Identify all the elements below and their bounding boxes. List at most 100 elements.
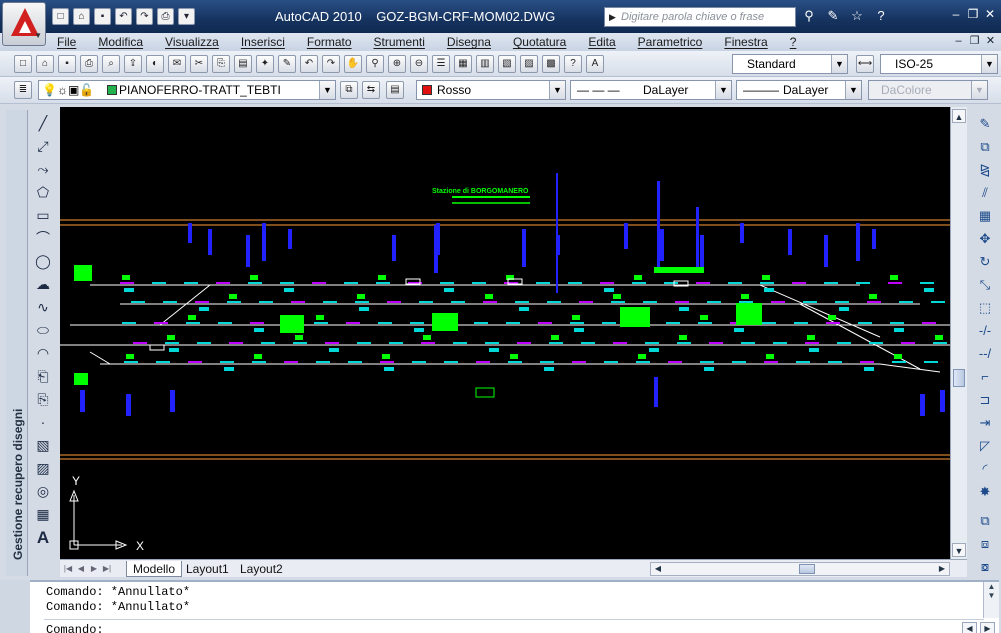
spline-icon[interactable]: ∿: [33, 298, 53, 317]
undo-icon[interactable]: ↶: [115, 8, 132, 25]
open-icon[interactable]: ⌂: [36, 55, 54, 73]
array-icon[interactable]: ▦: [975, 206, 995, 225]
cmd-scroll-left-icon[interactable]: ◀: [962, 622, 977, 633]
help-icon[interactable]: ?: [872, 7, 890, 25]
undo-tool-icon[interactable]: ↶: [300, 55, 318, 73]
chevron-down-icon[interactable]: ▼: [715, 81, 731, 99]
chevron-down-icon[interactable]: ▼: [319, 81, 335, 99]
drawing-svg[interactable]: Stazione di BORGOMANERO Y X: [60, 107, 950, 559]
extend-icon[interactable]: --/: [975, 344, 995, 363]
match-properties-icon[interactable]: ✦: [256, 55, 274, 73]
layer-states-icon[interactable]: ▤: [386, 81, 404, 99]
cut-icon[interactable]: ✂: [190, 55, 208, 73]
prev-tab-icon[interactable]: ◀: [75, 562, 87, 575]
send-back-icon[interactable]: ⧇: [975, 557, 995, 576]
erase-icon[interactable]: ✎: [975, 114, 995, 133]
doc-close-icon[interactable]: ✕: [984, 35, 997, 48]
polyline-icon[interactable]: ⤳: [33, 160, 53, 179]
menu-item-modifica[interactable]: Modifica: [98, 35, 143, 49]
horizontal-scrollbar[interactable]: ◀ ▶: [650, 562, 950, 576]
qat-dropdown-icon[interactable]: ▾: [178, 8, 195, 25]
plot-icon[interactable]: ⎙: [157, 8, 174, 25]
tab-modello[interactable]: Modello: [126, 561, 183, 577]
zoom-previous-icon[interactable]: ⊖: [410, 55, 428, 73]
stretch-icon[interactable]: ⬚: [975, 298, 995, 317]
3d-dwf-icon[interactable]: ◐: [146, 55, 164, 73]
table-icon[interactable]: ▦: [33, 505, 53, 524]
block-editor-icon[interactable]: ✎: [278, 55, 296, 73]
binoculars-icon[interactable]: ⚲: [800, 7, 818, 25]
scroll-right-icon[interactable]: ▶: [935, 563, 949, 575]
construction-line-icon[interactable]: ⤢: [33, 137, 53, 156]
qnew-icon[interactable]: □: [14, 55, 32, 73]
tool-palettes-icon[interactable]: ▥: [476, 55, 494, 73]
command-line-grip[interactable]: [0, 580, 30, 633]
dimension-style-icon[interactable]: ⟷: [856, 55, 874, 73]
properties-icon[interactable]: ☰: [432, 55, 450, 73]
zoom-window-icon[interactable]: ⊕: [388, 55, 406, 73]
calculator-icon[interactable]: ▩: [542, 55, 560, 73]
menu-item--[interactable]: ?: [790, 35, 797, 49]
help-tool-icon[interactable]: ?: [564, 55, 582, 73]
menu-item-parametrico[interactable]: Parametrico: [638, 35, 703, 49]
insert-block-icon[interactable]: ⎗: [33, 367, 53, 386]
ellipse-arc-icon[interactable]: ◠: [33, 344, 53, 363]
arc-icon[interactable]: ⌒: [33, 229, 53, 248]
mirror-icon[interactable]: ⧎: [975, 160, 995, 179]
menu-item-inserisci[interactable]: Inserisci: [241, 35, 285, 49]
menu-item-visualizza[interactable]: Visualizza: [165, 35, 219, 49]
line-icon[interactable]: ╱: [33, 114, 53, 133]
menu-item-strumenti[interactable]: Strumenti: [374, 35, 425, 49]
copy-icon[interactable]: ⎘: [212, 55, 230, 73]
make-current-layer-icon[interactable]: ⧉: [340, 81, 358, 99]
tab-layout1[interactable]: Layout1: [180, 561, 235, 577]
plot-preview-icon[interactable]: ⌕: [102, 55, 120, 73]
hatch-icon[interactable]: ▧: [33, 436, 53, 455]
command-history-scrollbar[interactable]: ▲ ▼: [983, 582, 999, 618]
search-expand-icon[interactable]: ▶: [609, 8, 616, 26]
close-icon[interactable]: ✕: [983, 7, 997, 21]
fillet-icon[interactable]: ◜: [975, 459, 995, 478]
subscription-icon[interactable]: ✎: [824, 7, 842, 25]
draw-order-icon[interactable]: ⧉: [975, 511, 995, 530]
scroll-left-icon[interactable]: ◀: [651, 563, 665, 575]
redo-tool-icon[interactable]: ↷: [322, 55, 340, 73]
make-block-icon[interactable]: ⎘: [33, 390, 53, 409]
plot-tool-icon[interactable]: ⎙: [80, 55, 98, 73]
model-space-canvas[interactable]: Stazione di BORGOMANERO Y X: [60, 107, 950, 559]
point-icon[interactable]: ·: [33, 413, 53, 432]
multiline-text-icon[interactable]: A: [33, 528, 53, 547]
scroll-down-icon[interactable]: ▼: [952, 543, 966, 557]
scroll-up-icon[interactable]: ▲: [952, 109, 966, 123]
menu-item-edita[interactable]: Edita: [588, 35, 615, 49]
last-tab-icon[interactable]: ▶|: [101, 562, 113, 575]
zoom-realtime-icon[interactable]: ⚲: [366, 55, 384, 73]
menu-item-quotatura[interactable]: Quotatura: [513, 35, 566, 49]
text-style-icon[interactable]: A: [586, 55, 604, 73]
command-prompt[interactable]: Comando:: [46, 623, 104, 633]
vertical-scroll-thumb[interactable]: [953, 369, 965, 387]
ellipse-icon[interactable]: ⬭: [33, 321, 53, 340]
copy-object-icon[interactable]: ⧉: [975, 137, 995, 156]
restore-icon[interactable]: ❐: [966, 7, 980, 21]
pan-icon[interactable]: ✋: [344, 55, 362, 73]
open-file-icon[interactable]: ⌂: [73, 8, 90, 25]
layer-previous-icon[interactable]: ⇆: [362, 81, 380, 99]
rectangle-icon[interactable]: ▭: [33, 206, 53, 225]
drawing-recovery-palette[interactable]: Gestione recupero disegni: [6, 110, 28, 576]
infocenter-search-input[interactable]: ▶ Digitare parola chiave o frase: [604, 7, 796, 27]
save-tool-icon[interactable]: ▪: [58, 55, 76, 73]
next-tab-icon[interactable]: ▶: [88, 562, 100, 575]
text-style-select[interactable]: Standard ▼: [732, 54, 848, 74]
cmd-scroll-right-icon[interactable]: ▶: [980, 622, 995, 633]
doc-restore-icon[interactable]: ❐: [968, 35, 981, 48]
color-select[interactable]: Rosso ▼: [416, 80, 566, 100]
redo-icon[interactable]: ↷: [136, 8, 153, 25]
publish-icon[interactable]: ⇪: [124, 55, 142, 73]
bring-front-icon[interactable]: ⧈: [975, 534, 995, 553]
revision-cloud-icon[interactable]: ☁: [33, 275, 53, 294]
paste-icon[interactable]: ▤: [234, 55, 252, 73]
layer-select[interactable]: 💡☼▣🔓 PIANOFERRO-TRATT_TEBTI ▼: [38, 80, 336, 100]
circle-icon[interactable]: ◯: [33, 252, 53, 271]
tab-layout2[interactable]: Layout2: [234, 561, 289, 577]
